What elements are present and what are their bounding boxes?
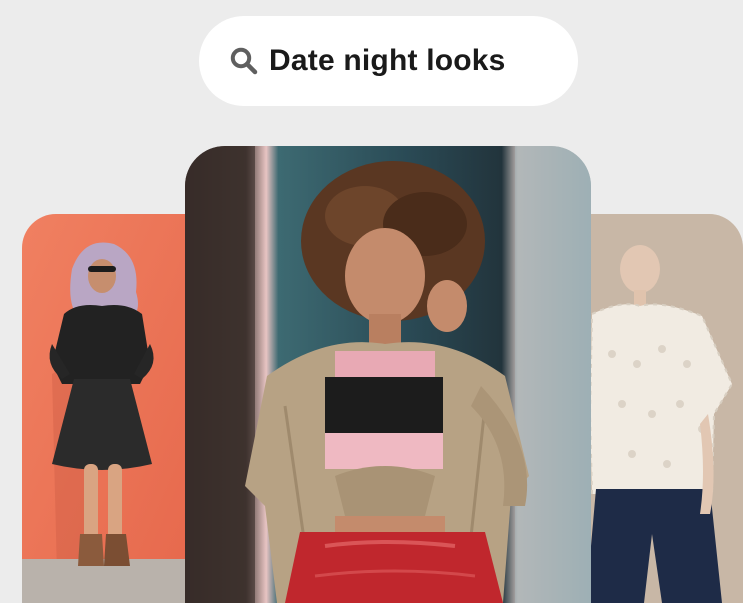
pin-card-center[interactable] (185, 146, 591, 603)
search-icon (229, 46, 259, 76)
pin-image-center (185, 146, 591, 603)
pin-card-right[interactable] (582, 214, 743, 603)
search-query: Date night looks (269, 44, 506, 77)
pin-card-left[interactable] (22, 214, 192, 603)
pin-image-left (22, 214, 192, 603)
pinterest-search-showcase: Date night looks (0, 0, 743, 603)
pin-image-right (582, 214, 743, 603)
search-bar[interactable]: Date night looks (199, 16, 578, 106)
